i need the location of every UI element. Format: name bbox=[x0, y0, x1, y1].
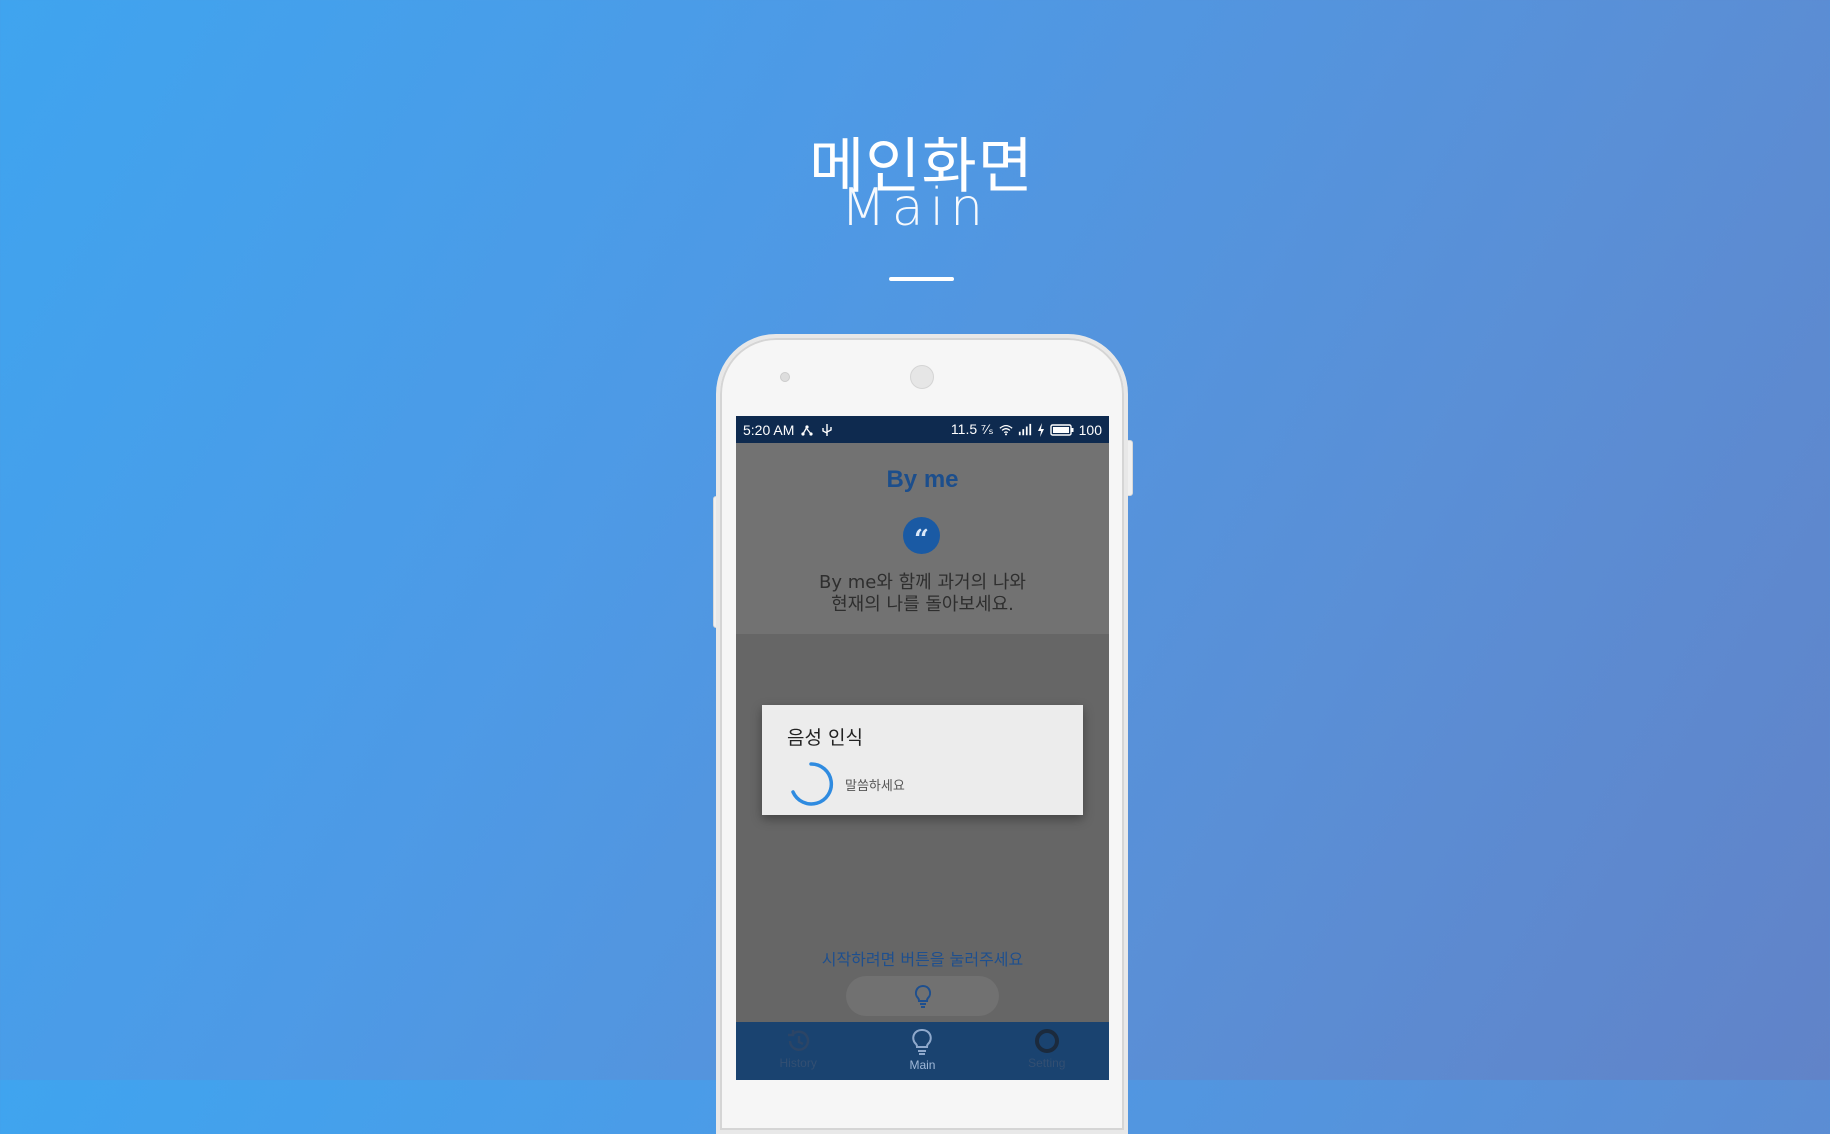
speech-recognition-dialog: 음성 인식 말씀하세요 bbox=[762, 705, 1083, 815]
intro-line-1: By me와 함께 과거의 나와 bbox=[819, 572, 1026, 593]
status-time: 5:20 AM bbox=[743, 421, 795, 438]
signal-icon bbox=[1018, 423, 1031, 435]
dialog-message: 말씀하세요 bbox=[845, 779, 905, 794]
phone-sensor bbox=[780, 372, 790, 382]
charging-icon bbox=[1037, 422, 1044, 437]
app-title: By me bbox=[886, 466, 959, 493]
nav-history-label: History bbox=[779, 1056, 817, 1070]
nav-history[interactable]: History bbox=[736, 1022, 860, 1070]
status-data-rate: 11.5 ⁷⁄ₛ bbox=[950, 421, 994, 437]
start-button[interactable] bbox=[846, 976, 999, 1016]
lightbulb-icon bbox=[914, 984, 931, 1008]
setting-icon bbox=[1034, 1029, 1059, 1053]
phone-screen: 5:20 AM 11.5 ⁷⁄ₛ 100 By me “ By me와 함께 과… bbox=[736, 416, 1109, 1080]
nav-main-label: Main bbox=[909, 1058, 936, 1072]
battery-level: 100 bbox=[1078, 421, 1102, 438]
quote-icon: “ bbox=[903, 517, 940, 555]
share-icon bbox=[801, 424, 813, 436]
status-bar: 5:20 AM 11.5 ⁷⁄ₛ 100 bbox=[736, 416, 1109, 443]
phone-camera bbox=[910, 365, 934, 389]
loading-spinner-icon bbox=[791, 762, 834, 806]
lightbulb-nav-icon bbox=[912, 1028, 933, 1055]
nav-setting-label: Setting bbox=[1028, 1056, 1066, 1070]
dialog-title: 음성 인식 bbox=[787, 727, 863, 749]
wifi-icon bbox=[999, 424, 1013, 435]
intro-line-2: 현재의 나를 돌아보세요. bbox=[831, 594, 1014, 615]
nav-main[interactable]: Main bbox=[860, 1022, 984, 1072]
nav-setting[interactable]: Setting bbox=[985, 1022, 1109, 1070]
intro-text: By me와 함께 과거의 나와 현재의 나를 돌아보세요. bbox=[736, 572, 1109, 616]
usb-icon bbox=[822, 423, 833, 436]
bottom-navigation: History Main Setting bbox=[736, 1022, 1109, 1080]
hero-divider bbox=[889, 277, 954, 281]
start-hint-text: 시작하려면 버튼을 눌러주세요 bbox=[821, 950, 1024, 969]
history-icon bbox=[788, 1030, 810, 1051]
hero-title-english: Main bbox=[840, 178, 990, 238]
battery-icon bbox=[1049, 423, 1074, 436]
